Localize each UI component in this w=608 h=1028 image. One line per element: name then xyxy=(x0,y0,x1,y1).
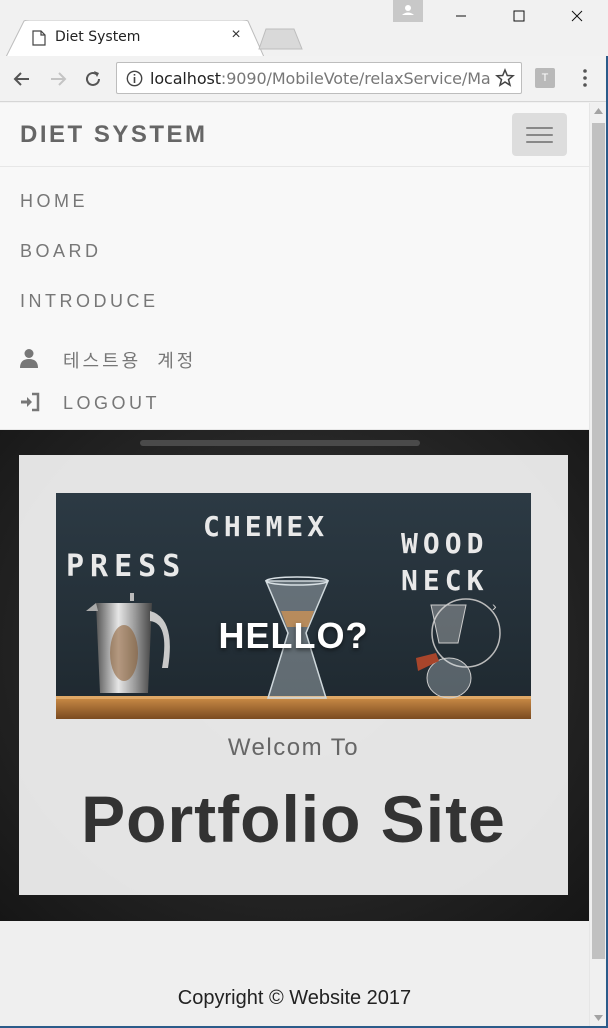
url-text: localhost:9090/MobileVote/relaxService/M… xyxy=(150,69,491,88)
forward-arrow-icon xyxy=(51,72,67,86)
hero-section: PRESS CHEMEX WOOD NECK › HELLO? Welcom T… xyxy=(0,430,589,921)
user-icon xyxy=(20,349,38,368)
forward-button[interactable] xyxy=(45,66,71,92)
star-icon[interactable] xyxy=(495,68,515,88)
url-path: :9090/MobileVote/relaxService/Ma xyxy=(220,69,491,88)
page-scrollbar[interactable] xyxy=(589,103,606,1026)
nav-introduce[interactable]: INTRODUCE xyxy=(20,291,159,312)
sign-wood: WOOD xyxy=(401,527,488,560)
new-tab-button[interactable] xyxy=(258,28,306,50)
maximize-button[interactable] xyxy=(490,0,548,32)
scroll-up-icon[interactable] xyxy=(594,108,603,114)
browser-titlebar: Diet System × xyxy=(0,0,608,57)
page-footer: Copyright © Website 2017 xyxy=(177,987,412,1009)
coffee-banner-illustration: PRESS CHEMEX WOOD NECK › xyxy=(56,493,531,719)
hero-panel: PRESS CHEMEX WOOD NECK › HELLO? Welcom T… xyxy=(19,455,568,895)
reload-button[interactable] xyxy=(80,66,106,92)
nav-board[interactable]: BOARD xyxy=(20,241,102,262)
sign-press: PRESS xyxy=(66,549,186,584)
nav-home[interactable]: HOME xyxy=(20,191,88,212)
browser-toolbar: localhost:9090/MobileVote/relaxService/M… xyxy=(0,56,608,102)
info-icon[interactable] xyxy=(126,70,143,87)
user-name: 테스트용 계정 xyxy=(63,351,197,371)
back-button[interactable] xyxy=(9,66,35,92)
welcome-text: Welcom To xyxy=(227,734,360,761)
hero-background-pen xyxy=(140,440,420,446)
minimize-button[interactable] xyxy=(432,0,490,32)
navbar-divider xyxy=(0,166,589,167)
logout-label: LOGOUT xyxy=(63,393,161,413)
portfolio-headline: Portfolio Site xyxy=(81,782,506,856)
sign-chemex: CHEMEX xyxy=(203,510,328,543)
browser-tab[interactable]: Diet System × xyxy=(6,20,264,57)
reload-icon xyxy=(86,71,100,86)
hero-banner-image: PRESS CHEMEX WOOD NECK › HELLO? xyxy=(56,493,531,719)
profile-icon[interactable] xyxy=(393,0,423,22)
address-bar[interactable]: localhost:9090/MobileVote/relaxService/M… xyxy=(116,62,522,94)
tab-close-icon[interactable]: × xyxy=(228,26,244,44)
extension-icon[interactable]: T xyxy=(535,68,555,88)
scroll-down-icon[interactable] xyxy=(594,1015,603,1021)
site-brand[interactable]: DIET SYSTEM xyxy=(20,121,208,149)
page-viewport: DIET SYSTEM HOME BOARD INTRODUCE 테스트용 계정… xyxy=(0,103,589,1026)
tab-title: Diet System xyxy=(55,29,141,45)
banner-hello-text: HELLO? xyxy=(218,615,369,656)
banner-next-icon[interactable]: › xyxy=(492,598,497,614)
close-window-button[interactable] xyxy=(548,0,606,32)
kebab-menu-icon[interactable] xyxy=(576,68,594,88)
scrollbar-thumb[interactable] xyxy=(592,123,605,959)
url-host: localhost xyxy=(150,69,221,88)
hamburger-icon[interactable] xyxy=(512,113,567,156)
login-icon xyxy=(21,392,40,412)
back-arrow-icon xyxy=(13,72,29,86)
sign-neck: NECK xyxy=(401,564,488,597)
page-icon xyxy=(32,30,46,46)
site-navbar: DIET SYSTEM HOME BOARD INTRODUCE 테스트용 계정… xyxy=(0,103,589,430)
